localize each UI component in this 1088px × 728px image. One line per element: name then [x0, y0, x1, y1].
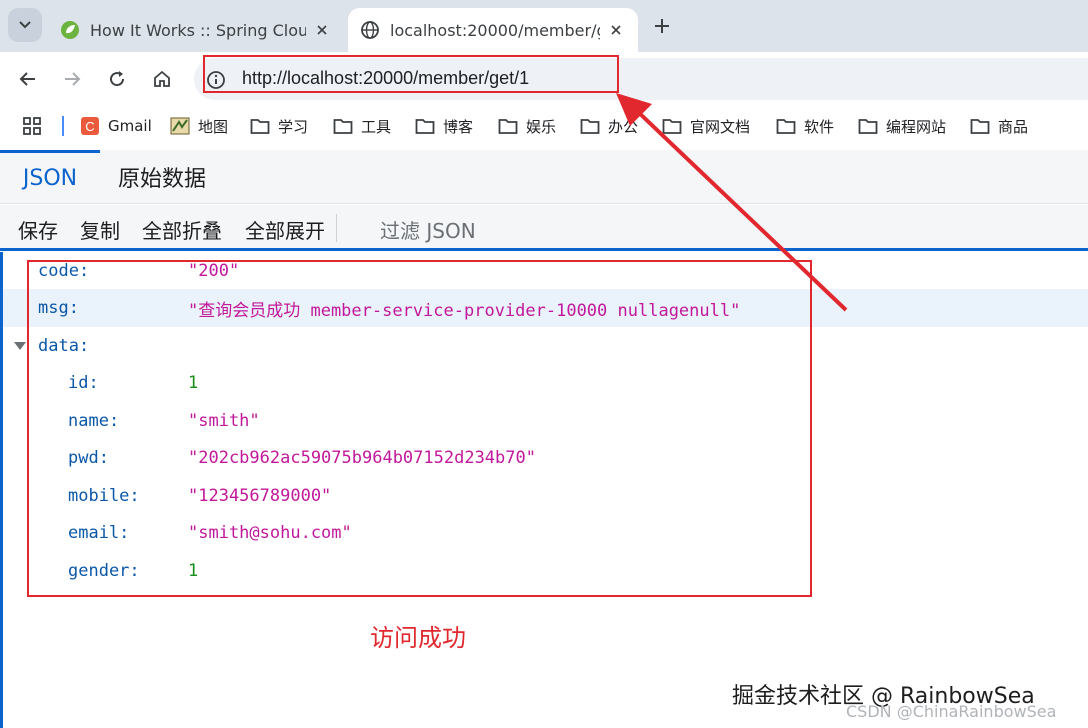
svg-text:C: C	[85, 119, 94, 134]
filter-json-input[interactable]: 过滤 JSON	[380, 215, 476, 244]
toolbar-divider	[336, 214, 337, 242]
expand-all-button[interactable]: 全部展开	[245, 215, 325, 244]
folder-icon	[250, 119, 270, 134]
home-icon	[154, 70, 170, 87]
folder-icon	[776, 119, 796, 134]
tab-search-button[interactable]	[8, 8, 42, 42]
folder-icon	[662, 119, 682, 134]
json-viewer-toolbar: 保存 复制 全部折叠 全部展开 过滤 JSON	[0, 205, 1088, 251]
gmail-icon: C	[81, 117, 99, 135]
url-highlight-box	[203, 55, 619, 93]
bookmark-label: 娱乐	[526, 117, 557, 136]
tab-localhost[interactable]: localhost:20000/member/get/1	[348, 8, 638, 52]
apps-grid-icon[interactable]	[22, 116, 42, 136]
spring-leaf-icon	[61, 21, 79, 39]
bookmarks-bar: C Gmail 地图 学习 工具 博客 娱乐 办公 官网文档 软件 编程网站 商品	[0, 106, 1088, 146]
back-button[interactable]	[14, 65, 42, 93]
bookmark-item[interactable]: 软件	[776, 114, 834, 138]
bookmark-label: 官网文档	[690, 117, 751, 136]
bookmark-item[interactable]: 学习	[250, 114, 308, 138]
bookmark-label: 办公	[608, 117, 639, 136]
json-highlight-box	[27, 260, 812, 597]
arrow-left-icon	[19, 72, 35, 86]
copy-button[interactable]: 复制	[80, 215, 120, 244]
tab-raw-data[interactable]: 原始数据	[118, 150, 206, 204]
bookmark-item[interactable]: 地图	[170, 114, 228, 138]
bookmark-item[interactable]: 官网文档	[662, 114, 750, 138]
bookmark-item[interactable]: 工具	[333, 114, 391, 138]
folder-icon	[498, 119, 518, 134]
collapse-triangle-icon[interactable]	[13, 339, 27, 353]
bookmark-label: Gmail	[108, 117, 152, 135]
bookmark-label: 地图	[198, 117, 229, 136]
bookmark-item[interactable]: 编程网站	[858, 114, 946, 138]
bookmark-label: 博客	[443, 117, 474, 136]
globe-icon	[361, 21, 379, 39]
chevron-down-icon	[19, 21, 31, 29]
tab-title: How It Works :: Spring Cloud	[90, 20, 306, 40]
browser-window: How It Works :: Spring Cloud localhost:2…	[0, 0, 1088, 728]
bookmark-label: 编程网站	[886, 117, 947, 136]
reload-icon	[110, 71, 125, 87]
bookmark-item[interactable]: C Gmail	[80, 114, 152, 138]
arrow-right-icon	[65, 72, 81, 86]
bookmark-item[interactable]: 办公	[580, 114, 638, 138]
collapse-all-button[interactable]: 全部折叠	[142, 215, 222, 244]
close-icon[interactable]	[606, 20, 626, 40]
reload-button[interactable]	[103, 65, 131, 93]
watermark-csdn: CSDN @ChinaRainbowSea	[846, 702, 1057, 721]
bookmark-label: 学习	[278, 117, 309, 136]
folder-icon	[858, 119, 878, 134]
home-button[interactable]	[148, 65, 176, 93]
plus-icon	[655, 19, 669, 33]
folder-icon	[415, 119, 435, 134]
folder-icon	[970, 119, 990, 134]
close-icon[interactable]	[312, 20, 332, 40]
tab-strip: How It Works :: Spring Cloud localhost:2…	[0, 0, 1088, 52]
folder-icon	[580, 119, 600, 134]
bookmark-label: 软件	[804, 117, 835, 136]
tab-json[interactable]: JSON	[0, 150, 100, 204]
bookmark-label: 工具	[361, 117, 392, 136]
new-tab-button[interactable]	[648, 12, 676, 40]
bookmark-item[interactable]: 博客	[415, 114, 473, 138]
tab-spring-cloud[interactable]: How It Works :: Spring Cloud	[48, 8, 344, 52]
forward-button[interactable]	[58, 65, 86, 93]
save-button[interactable]: 保存	[18, 215, 58, 244]
bookmark-label: 商品	[998, 117, 1029, 136]
tab-title: localhost:20000/member/get/1	[390, 20, 600, 40]
map-icon	[170, 117, 190, 135]
folder-icon	[333, 119, 353, 134]
bookmark-separator	[62, 116, 64, 136]
success-annotation: 访问成功	[370, 624, 466, 652]
json-viewer-tabs: JSON 原始数据	[0, 150, 1088, 204]
bookmark-item[interactable]: 娱乐	[498, 114, 556, 138]
bookmark-item[interactable]: 商品	[970, 114, 1028, 138]
